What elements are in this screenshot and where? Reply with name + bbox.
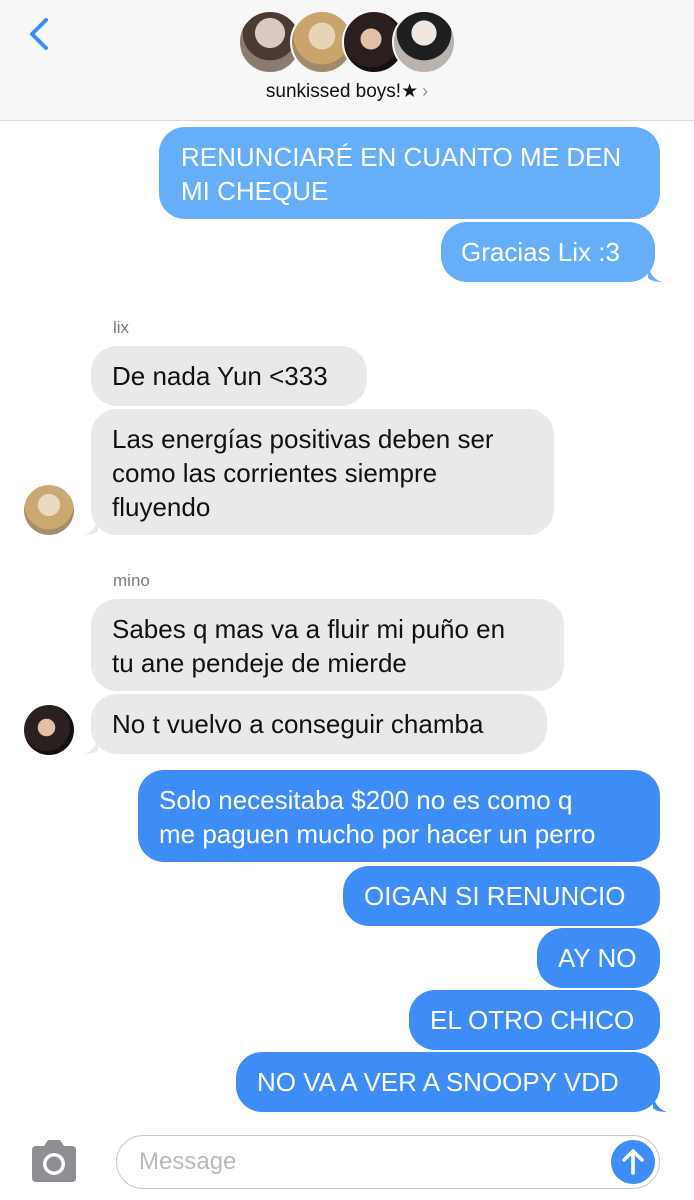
bubble-tail bbox=[653, 1094, 667, 1112]
message-bubble-outgoing[interactable]: NO VA A VER A SNOOPY VDD bbox=[236, 1052, 660, 1112]
message-bubble-outgoing[interactable]: Gracias Lix :3 bbox=[441, 222, 655, 282]
bubble-tail bbox=[84, 736, 98, 754]
group-name: sunkissed boys!★ bbox=[265, 81, 419, 102]
chevron-left-icon[interactable] bbox=[22, 14, 62, 54]
message-bubble-outgoing[interactable]: OIGAN SI RENUNCIO bbox=[343, 866, 660, 926]
chevron-right-icon: › bbox=[422, 81, 429, 101]
avatar[interactable] bbox=[24, 705, 74, 755]
avatar bbox=[392, 10, 456, 74]
sender-name: lix bbox=[113, 318, 130, 337]
message-input[interactable]: Message bbox=[116, 1135, 660, 1189]
camera-icon[interactable] bbox=[26, 1138, 82, 1184]
bubble-tail bbox=[648, 264, 662, 282]
conversation-title[interactable]: sunkissed boys!★ › bbox=[0, 80, 694, 103]
message-bubble-outgoing[interactable]: EL OTRO CHICO bbox=[409, 990, 660, 1050]
conversation-header: sunkissed boys!★ › bbox=[0, 0, 694, 121]
message-bubble-outgoing[interactable]: AY NO bbox=[537, 928, 660, 988]
send-button[interactable] bbox=[611, 1140, 655, 1184]
group-avatars[interactable] bbox=[238, 10, 458, 76]
arrow-up-icon bbox=[622, 1149, 644, 1175]
message-bubble-incoming[interactable]: No t vuelvo a conseguir chamba bbox=[91, 694, 547, 754]
message-bubble-incoming[interactable]: De nada Yun <333 bbox=[91, 346, 367, 406]
message-bubble-incoming[interactable]: Sabes q mas va a fluir mi puño en tu ane… bbox=[91, 599, 564, 691]
message-bubble-incoming[interactable]: Las energías positivas deben ser como la… bbox=[91, 409, 554, 535]
sender-name: mino bbox=[113, 571, 150, 590]
message-placeholder: Message bbox=[139, 1148, 237, 1175]
message-bubble-outgoing[interactable]: Solo necesitaba $200 no es como q me pag… bbox=[138, 770, 660, 862]
message-bubble-outgoing[interactable]: RENUNCIARÉ EN CUANTO ME DEN MI CHEQUE bbox=[159, 127, 660, 219]
bubble-tail bbox=[84, 517, 98, 535]
avatar[interactable] bbox=[24, 485, 74, 535]
